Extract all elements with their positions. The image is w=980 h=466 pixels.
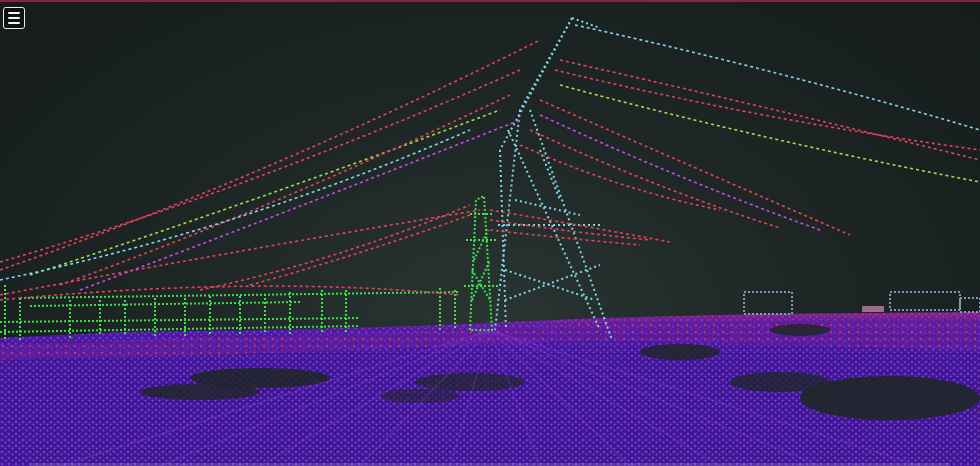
menu-button[interactable] [3,7,25,29]
ground-points [0,312,980,466]
hamburger-menu-icon [8,12,20,14]
lidar-point-cloud-scene[interactable] [0,0,980,466]
building-points [743,291,980,315]
substation-points [0,194,498,340]
point-cloud-viewer[interactable] [0,0,980,466]
transmission-tower-points [494,17,613,341]
conductor-points [0,24,980,301]
